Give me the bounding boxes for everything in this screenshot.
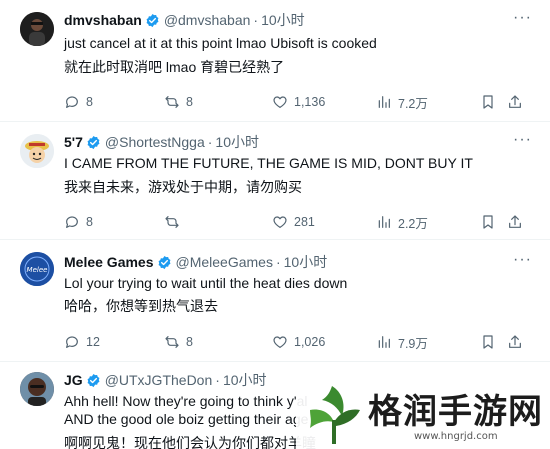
views-button[interactable]: 2.2万 bbox=[376, 212, 428, 232]
tweet-actions: 8 8 1,136 7.2万 bbox=[64, 92, 524, 112]
retweet-icon bbox=[165, 336, 179, 348]
like-count: 1,136 bbox=[294, 95, 326, 109]
share-button[interactable] bbox=[507, 332, 523, 352]
user-handle[interactable]: @UTxJGTheDon bbox=[105, 372, 213, 388]
retweet-button[interactable]: 8 bbox=[164, 332, 193, 352]
like-button[interactable]: 1,026 bbox=[272, 332, 325, 352]
tweet-shortestngga[interactable]: 5'7 @ShortestNgga · 10小时 ··· I CAME FROM… bbox=[0, 122, 550, 240]
more-options-icon[interactable]: ··· bbox=[513, 131, 532, 149]
retweet-count: 8 bbox=[186, 95, 193, 109]
reply-icon bbox=[66, 216, 78, 228]
bookmark-button[interactable] bbox=[480, 332, 496, 352]
display-name[interactable]: dmvshaban bbox=[64, 12, 142, 28]
views-chart-icon bbox=[378, 216, 390, 228]
reply-count: 8 bbox=[86, 95, 93, 109]
view-count: 2.2万 bbox=[398, 216, 428, 231]
tweet-text-line-2: AND the good ole boiz getting their age bbox=[64, 411, 309, 427]
views-chart-icon bbox=[378, 336, 390, 348]
retweet-button[interactable] bbox=[164, 212, 186, 232]
tweet-header: Melee Games @MeleeGames · 10小时 bbox=[64, 252, 327, 272]
timestamp[interactable]: 10小时 bbox=[215, 132, 259, 152]
reply-count: 12 bbox=[86, 335, 100, 349]
reply-button[interactable]: 8 bbox=[64, 92, 93, 112]
user-handle[interactable]: @dmvshaban bbox=[164, 12, 251, 28]
separator-dot: · bbox=[215, 372, 220, 388]
like-count: 1,026 bbox=[294, 335, 326, 349]
svg-text:Melee: Melee bbox=[27, 266, 48, 274]
separator-dot: · bbox=[275, 254, 281, 270]
display-name[interactable]: JG bbox=[64, 372, 83, 388]
verified-badge-icon bbox=[87, 373, 100, 387]
retweet-count: 8 bbox=[186, 335, 193, 349]
tweet-text: Ahh hell! Now they're going to think y'a… bbox=[64, 393, 308, 409]
avatar[interactable] bbox=[20, 12, 54, 46]
bookmark-button[interactable] bbox=[480, 92, 496, 112]
share-button[interactable] bbox=[507, 92, 523, 112]
display-name[interactable]: Melee Games bbox=[64, 254, 154, 270]
retweet-icon bbox=[165, 96, 179, 108]
views-chart-icon bbox=[378, 96, 390, 108]
heart-icon bbox=[273, 336, 287, 348]
retweet-icon bbox=[165, 216, 179, 228]
reply-button[interactable]: 8 bbox=[64, 212, 93, 232]
verified-badge-icon bbox=[158, 255, 170, 269]
share-icon bbox=[509, 95, 521, 108]
bookmark-icon bbox=[483, 215, 493, 229]
watermark-url: www.hngrjd.com bbox=[414, 431, 498, 442]
avatar[interactable] bbox=[20, 134, 54, 168]
like-button[interactable]: 1,136 bbox=[272, 92, 325, 112]
tweet-translation: 啊啊见鬼！现在他们会认为你们都对羊瞳 bbox=[64, 435, 316, 449]
tweet-translation: 哈哈，你想等到热气退去 bbox=[64, 298, 218, 314]
watermark-logo-icon bbox=[310, 386, 360, 444]
tweet-meleegames[interactable]: Melee Melee Games @MeleeGames · 10小时 ···… bbox=[0, 240, 550, 362]
user-handle[interactable]: @ShortestNgga bbox=[105, 134, 205, 150]
share-button[interactable] bbox=[507, 212, 523, 232]
share-icon bbox=[509, 215, 521, 228]
reply-count: 8 bbox=[86, 215, 93, 229]
like-button[interactable]: 281 bbox=[272, 212, 315, 232]
separator-dot: · bbox=[207, 134, 213, 150]
share-icon bbox=[509, 335, 521, 348]
reply-button[interactable]: 12 bbox=[64, 332, 100, 352]
like-count: 281 bbox=[294, 215, 315, 229]
tweet-translation: 我来自未来，游戏处于中期，请勿购买 bbox=[64, 179, 302, 195]
tweet-header: dmvshaban @dmvshaban · 10小时 bbox=[64, 10, 305, 30]
watermark-text: 格润手游网 bbox=[368, 392, 543, 432]
more-options-icon[interactable]: ··· bbox=[513, 251, 532, 269]
heart-icon bbox=[273, 96, 287, 108]
bookmark-button[interactable] bbox=[480, 212, 496, 232]
bookmark-icon bbox=[483, 335, 493, 349]
verified-badge-icon bbox=[146, 13, 159, 27]
tweet-actions: 8 281 2.2万 bbox=[64, 212, 524, 232]
heart-icon bbox=[273, 216, 287, 228]
more-options-icon[interactable]: ··· bbox=[513, 9, 532, 27]
timestamp[interactable]: 10小时 bbox=[261, 10, 305, 30]
view-count: 7.2万 bbox=[398, 96, 428, 111]
timestamp[interactable]: 10小时 bbox=[223, 370, 267, 390]
view-count: 7.9万 bbox=[398, 336, 428, 351]
site-watermark: 格润手游网 www.hngrjd.com bbox=[296, 378, 550, 449]
tweet-text: just cancel at it at this point lmao Ubi… bbox=[64, 35, 377, 51]
display-name[interactable]: 5'7 bbox=[64, 134, 83, 150]
reply-icon bbox=[66, 336, 78, 348]
tweet-header: 5'7 @ShortestNgga · 10小时 bbox=[64, 132, 259, 152]
separator-dot: · bbox=[253, 12, 259, 28]
tweet-header: JG @UTxJGTheDon · 10小时 bbox=[64, 370, 267, 390]
user-handle[interactable]: @MeleeGames bbox=[176, 254, 273, 270]
avatar[interactable] bbox=[20, 372, 54, 406]
tweet-text: Lol your trying to wait until the heat d… bbox=[64, 275, 348, 291]
avatar[interactable]: Melee bbox=[20, 252, 54, 286]
reply-icon bbox=[66, 96, 78, 108]
retweet-button[interactable]: 8 bbox=[164, 92, 193, 112]
tweet-translation: 就在此时取消吧 lmao 育碧已经熟了 bbox=[64, 59, 285, 75]
bookmark-icon bbox=[483, 95, 493, 109]
timestamp[interactable]: 10小时 bbox=[284, 252, 328, 272]
tweet-text: I CAME FROM THE FUTURE, THE GAME IS MID,… bbox=[64, 155, 473, 171]
verified-badge-icon bbox=[87, 135, 100, 149]
views-button[interactable]: 7.2万 bbox=[376, 92, 428, 112]
tweet-dmvshaban[interactable]: dmvshaban @dmvshaban · 10小时 ··· just can… bbox=[0, 0, 550, 122]
tweet-actions: 12 8 1,026 7.9万 bbox=[64, 332, 524, 352]
views-button[interactable]: 7.9万 bbox=[376, 332, 428, 352]
